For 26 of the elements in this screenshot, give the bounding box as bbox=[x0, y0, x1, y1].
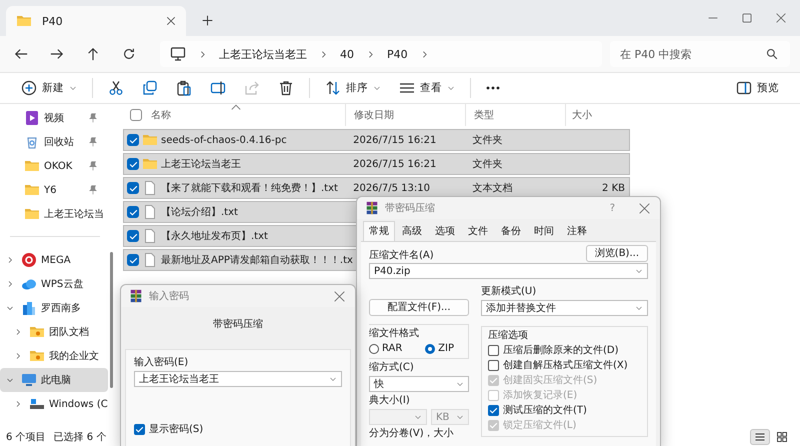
file-type: 文件夹 bbox=[472, 134, 503, 147]
selection-count: 已选择 6 个 bbox=[54, 430, 106, 444]
modified-date: 2026/7/5 13:10 bbox=[353, 182, 430, 194]
file-name: 【来了就能下载和观看！纯免费！】.txt bbox=[161, 182, 338, 195]
file-name: 【永久地址发布页】.txt bbox=[161, 230, 268, 243]
file-type: 文本文档 bbox=[472, 182, 513, 195]
dialog-title: 输入密码 bbox=[149, 290, 189, 303]
field-label: 缩方式(C) bbox=[369, 361, 415, 374]
file-type: 文件夹 bbox=[472, 158, 503, 171]
modified-date: 2026/7/15 16:21 bbox=[353, 158, 436, 170]
field-label: 分为分卷(V)，大小 bbox=[369, 427, 455, 440]
group-label: 压缩选项 bbox=[488, 329, 529, 342]
field-label: 输入密码(E) bbox=[134, 356, 190, 369]
file-name: 【论坛介绍】.txt bbox=[161, 206, 238, 219]
field-label: 典大小(I) bbox=[369, 394, 411, 407]
file-size: 2 KB bbox=[602, 182, 625, 194]
dialog-title: 带密码压缩 bbox=[385, 202, 435, 215]
file-name: seeds-of-chaos-0.4.16-pc bbox=[161, 134, 287, 146]
file-name: 上老王论坛当老王 bbox=[161, 158, 241, 171]
dialog-heading: 带密码压缩 bbox=[212, 318, 264, 331]
file-name: 最新地址及APP请发邮箱自动获取！！！.tx bbox=[161, 254, 353, 267]
field-label: 更新模式(U) bbox=[481, 285, 538, 298]
item-count: 6 个项目 bbox=[6, 431, 46, 444]
field-label: 压缩文件名(A) bbox=[369, 249, 434, 262]
group-label: 缩文件格式 bbox=[369, 328, 419, 339]
modified-date: 2026/7/15 16:21 bbox=[353, 134, 436, 146]
